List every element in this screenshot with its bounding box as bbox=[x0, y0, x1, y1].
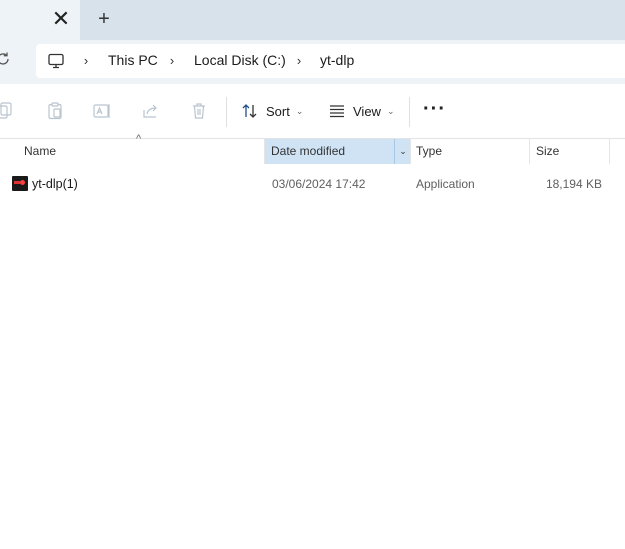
sort-button[interactable]: Sort ⌄ bbox=[241, 100, 303, 122]
file-size: 18,194 KB bbox=[545, 177, 602, 191]
active-tab[interactable]: ✕ bbox=[0, 0, 80, 40]
copy-icon[interactable] bbox=[0, 101, 14, 121]
column-header-date-modified[interactable]: Date modified bbox=[265, 139, 394, 164]
toolbar-divider bbox=[226, 97, 227, 127]
address-bar[interactable]: › This PC › Local Disk (C:) › yt-dlp bbox=[36, 44, 625, 78]
file-row[interactable]: yt-dlp(1) 03/06/2024 17:42 Application 1… bbox=[0, 172, 625, 196]
application-icon bbox=[12, 176, 28, 191]
breadcrumb-yt-dlp[interactable]: yt-dlp bbox=[320, 52, 354, 68]
view-button[interactable]: View ⌄ bbox=[328, 100, 395, 122]
breadcrumb-separator-icon[interactable]: › bbox=[80, 53, 92, 68]
new-tab-icon[interactable]: + bbox=[93, 8, 115, 30]
share-icon[interactable] bbox=[141, 101, 161, 121]
chevron-down-icon: ⌄ bbox=[386, 105, 395, 116]
sort-label: Sort bbox=[266, 103, 290, 119]
more-options-icon[interactable]: ··· bbox=[423, 98, 446, 121]
close-tab-icon[interactable]: ✕ bbox=[50, 8, 72, 30]
toolbar-divider bbox=[409, 97, 410, 127]
view-label: View bbox=[353, 103, 381, 119]
file-type: Application bbox=[416, 177, 475, 191]
delete-icon[interactable] bbox=[189, 101, 209, 121]
address-row: › This PC › Local Disk (C:) › yt-dlp bbox=[0, 40, 625, 84]
this-pc-icon[interactable] bbox=[47, 52, 65, 70]
breadcrumb-local-disk[interactable]: Local Disk (C:) bbox=[194, 52, 286, 68]
breadcrumb-separator-icon[interactable]: › bbox=[293, 53, 305, 68]
file-list-empty-area[interactable] bbox=[0, 200, 625, 549]
file-name[interactable]: yt-dlp(1) bbox=[32, 172, 78, 196]
breadcrumb-separator-icon[interactable]: › bbox=[166, 53, 178, 68]
view-icon bbox=[328, 102, 346, 120]
rename-icon[interactable] bbox=[92, 101, 112, 121]
tab-strip: ✕ + bbox=[0, 0, 625, 40]
column-header-row: ^ Name Date modified ⌄ Type Size bbox=[0, 133, 625, 164]
command-bar: Sort ⌄ View ⌄ ··· bbox=[0, 84, 625, 139]
column-header-size[interactable]: Size bbox=[530, 139, 608, 164]
chevron-down-icon[interactable]: ⌄ bbox=[394, 139, 411, 164]
refresh-icon[interactable] bbox=[0, 50, 14, 72]
chevron-down-icon: ⌄ bbox=[295, 105, 304, 116]
column-header-name[interactable]: Name bbox=[18, 139, 264, 164]
column-divider[interactable] bbox=[609, 139, 610, 164]
column-header-type[interactable]: Type bbox=[410, 139, 528, 164]
paste-icon[interactable] bbox=[45, 101, 65, 121]
file-date-modified: 03/06/2024 17:42 bbox=[272, 177, 366, 191]
breadcrumb-this-pc[interactable]: This PC bbox=[108, 52, 158, 68]
sort-icon bbox=[241, 102, 259, 120]
